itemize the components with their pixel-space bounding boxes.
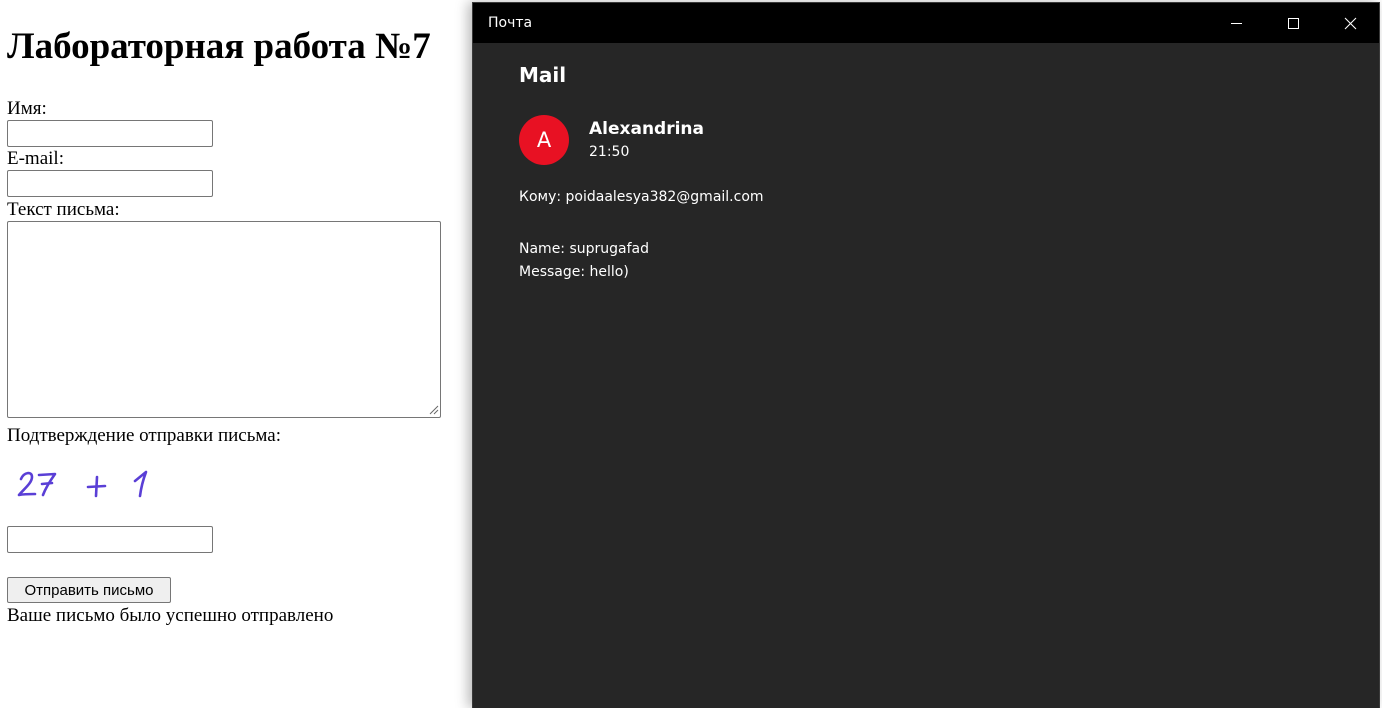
mail-heading: Mail <box>519 63 567 87</box>
captcha-image <box>17 470 148 498</box>
page-title: Лабораторная работа №7 <box>7 26 431 67</box>
send-letter-button[interactable]: Отправить письмо <box>7 577 171 603</box>
email-label: E-mail: <box>7 148 64 169</box>
web-page: Лабораторная работа №7 Имя: E-mail: Текс… <box>0 0 480 708</box>
resize-grip-icon[interactable] <box>429 405 439 415</box>
email-input[interactable] <box>7 170 213 197</box>
sender-time: 21:50 <box>589 144 630 160</box>
minimize-button[interactable] <box>1208 3 1266 43</box>
maximize-icon <box>1288 18 1299 29</box>
close-button[interactable] <box>1321 3 1379 43</box>
window-title: Почта <box>488 15 533 31</box>
recipient-line: Кому: poidaalesya382@gmail.com <box>519 189 764 205</box>
mail-body-line: Message: hello) <box>519 264 629 280</box>
window-titlebar[interactable]: Почта <box>473 3 1379 43</box>
name-input[interactable] <box>7 120 213 147</box>
sender-name: Alexandrina <box>589 119 705 139</box>
captcha-answer-input[interactable] <box>7 526 213 553</box>
message-textarea[interactable] <box>7 221 441 418</box>
close-icon <box>1344 17 1357 30</box>
maximize-button[interactable] <box>1264 3 1322 43</box>
message-label: Текст письма: <box>7 199 120 220</box>
success-message: Ваше письмо было успешно отправлено <box>7 605 334 626</box>
avatar: A <box>519 115 569 165</box>
confirm-label: Подтверждение отправки письма: <box>7 425 281 446</box>
mail-window: Почта Mail A Alexandrina 21:50 Кому: poi… <box>472 2 1380 708</box>
mail-body-line: Name: suprugafad <box>519 241 650 257</box>
name-label: Имя: <box>7 98 47 119</box>
minimize-icon <box>1231 23 1242 24</box>
